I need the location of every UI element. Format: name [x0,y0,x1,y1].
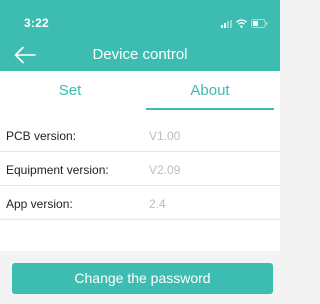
pcb-version-row: PCB version: V1.00 [0,119,280,152]
status-icons [221,18,268,28]
equipment-version-label: Equipment version: [6,163,109,177]
app-bar: 3:22 Device control [0,0,280,71]
app-version-row: App version: 2.4 [0,187,280,220]
change-password-button[interactable]: Change the password [12,263,273,294]
app-version-value: 2.4 [149,197,166,211]
equipment-version-value: V2.09 [149,163,181,177]
tab-set[interactable]: Set [0,71,140,113]
status-time: 3:22 [24,16,49,30]
battery-icon [251,19,268,28]
app-version-label: App version: [6,197,73,211]
page-title: Device control [92,46,188,63]
pcb-version-label: PCB version: [6,129,77,143]
equipment-version-row: Equipment version: V2.09 [0,153,280,186]
version-info-panel: PCB version: V1.00 Equipment version: V2… [0,113,280,251]
wifi-icon [236,19,247,28]
tab-about[interactable]: About [140,71,280,113]
pcb-version-value: V1.00 [149,129,181,143]
tab-bar: Set About [0,71,280,113]
signal-icon [221,20,232,28]
